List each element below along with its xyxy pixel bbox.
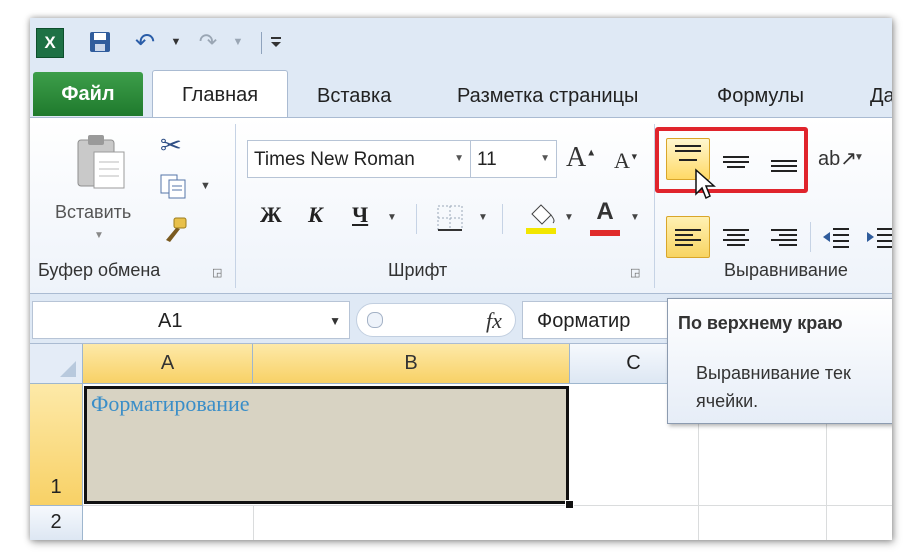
grow-font-button[interactable]: A▲: [566, 142, 596, 174]
tab-formulas[interactable]: Формулы: [717, 76, 804, 116]
chevron-down-icon: ▼: [540, 153, 550, 164]
align-center-icon[interactable]: [714, 216, 758, 258]
alignment-group-label: Выравнивание: [724, 260, 848, 280]
underline-button[interactable]: Ч: [352, 202, 368, 228]
ribbon-home: Вставить ▼ ✂ ▼ Буфер обмена ◲ Times New …: [30, 117, 892, 294]
column-header-b[interactable]: B: [253, 344, 570, 384]
font-launcher-icon[interactable]: ◲: [630, 266, 640, 279]
font-size-value: 11: [477, 149, 497, 170]
paste-button[interactable]: Вставить: [55, 202, 131, 223]
redo-icon[interactable]: ↷: [196, 28, 220, 56]
font-color-swatch: [590, 230, 620, 236]
borders-icon[interactable]: [436, 204, 464, 232]
format-painter-icon[interactable]: [160, 216, 190, 250]
divider: [502, 204, 503, 234]
name-box[interactable]: A1 ▼: [32, 301, 350, 339]
divider: [810, 222, 811, 252]
redo-dropdown-icon[interactable]: ▼: [232, 28, 244, 56]
excel-logo-icon[interactable]: X: [36, 28, 64, 58]
toolbar-divider: [261, 32, 262, 54]
align-right-icon[interactable]: [762, 216, 806, 258]
tooltip-line-1: Выравнивание тек: [696, 363, 851, 383]
tooltip: По верхнему краю Выравнивание тек ячейки…: [667, 298, 892, 424]
tooltip-title: По верхнему краю: [678, 313, 843, 333]
mouse-cursor-icon: [695, 168, 716, 200]
clipboard-group-label: Буфер обмена: [38, 260, 161, 280]
undo-icon[interactable]: ↶: [132, 28, 158, 56]
font-color-icon[interactable]: A: [588, 198, 622, 236]
gridline: [253, 506, 254, 540]
insert-function-icon[interactable]: fx: [486, 308, 502, 334]
ribbon-tabs: Файл Главная Вставка Разметка страницы Ф…: [30, 68, 892, 119]
chevron-down-icon: ▼: [329, 314, 341, 328]
highlight-frame: [655, 127, 808, 193]
paste-dropdown-icon[interactable]: ▼: [94, 230, 104, 241]
font-name-value: Times New Roman: [254, 149, 415, 170]
gridline: [83, 505, 892, 506]
borders-dropdown-icon[interactable]: ▼: [478, 212, 488, 223]
fill-color-dropdown-icon[interactable]: ▼: [564, 212, 574, 223]
formula-value: Форматир: [537, 310, 631, 332]
bold-button[interactable]: Ж: [260, 202, 282, 228]
row-header-2[interactable]: 2: [30, 506, 83, 540]
name-box-value: A1: [158, 310, 183, 332]
cell-a1-text: Форматирование: [91, 391, 250, 416]
italic-button[interactable]: К: [308, 202, 323, 228]
orientation-icon[interactable]: ab↗: [818, 146, 857, 171]
shrink-font-button[interactable]: A▼: [614, 148, 639, 174]
font-group-label: Шрифт: [388, 260, 448, 280]
orientation-dropdown-icon[interactable]: ▼: [854, 152, 864, 163]
undo-dropdown-icon[interactable]: ▼: [170, 28, 182, 56]
font-color-dropdown-icon[interactable]: ▼: [630, 212, 640, 223]
group-divider: [235, 124, 236, 288]
column-header-a[interactable]: A: [83, 344, 253, 384]
chevron-down-icon: ▼: [454, 153, 464, 164]
customize-toolbar-icon[interactable]: [268, 28, 284, 56]
paste-icon[interactable]: [74, 132, 128, 190]
tab-data[interactable]: Да: [870, 76, 892, 116]
tooltip-line-2: ячейки.: [696, 391, 759, 411]
increase-indent-icon[interactable]: [858, 216, 892, 258]
select-all-button[interactable]: [30, 344, 83, 384]
copy-icon[interactable]: [160, 174, 190, 206]
splitter-handle-icon[interactable]: [367, 312, 383, 328]
font-size-select[interactable]: 11 ▼: [471, 140, 557, 178]
cell-a1[interactable]: Форматирование: [84, 386, 569, 504]
tab-file[interactable]: Файл: [33, 72, 143, 116]
copy-dropdown-icon[interactable]: ▼: [200, 180, 211, 192]
underline-dropdown-icon[interactable]: ▼: [387, 212, 397, 223]
divider: [416, 204, 417, 234]
excel-window: X ↶ ▼ ↷ ▼ Файл Главная Вставка Разметка …: [30, 18, 892, 540]
clipboard-launcher-icon[interactable]: ◲: [212, 266, 222, 279]
tab-page-layout[interactable]: Разметка страницы: [457, 76, 638, 116]
tooltip-body: Выравнивание тек ячейки.: [696, 359, 851, 415]
row-header-1[interactable]: 1: [30, 384, 83, 506]
tab-home[interactable]: Главная: [152, 70, 288, 119]
fill-handle[interactable]: [565, 500, 574, 509]
align-left-icon[interactable]: [666, 216, 710, 258]
fill-color-icon[interactable]: [524, 200, 558, 236]
quick-access-toolbar: X ↶ ▼ ↷ ▼: [30, 18, 892, 68]
font-name-select[interactable]: Times New Roman ▼: [247, 140, 471, 178]
tab-insert[interactable]: Вставка: [317, 76, 391, 116]
cut-icon[interactable]: ✂: [160, 130, 182, 161]
decrease-indent-icon[interactable]: [814, 216, 858, 258]
save-icon[interactable]: [88, 28, 112, 56]
